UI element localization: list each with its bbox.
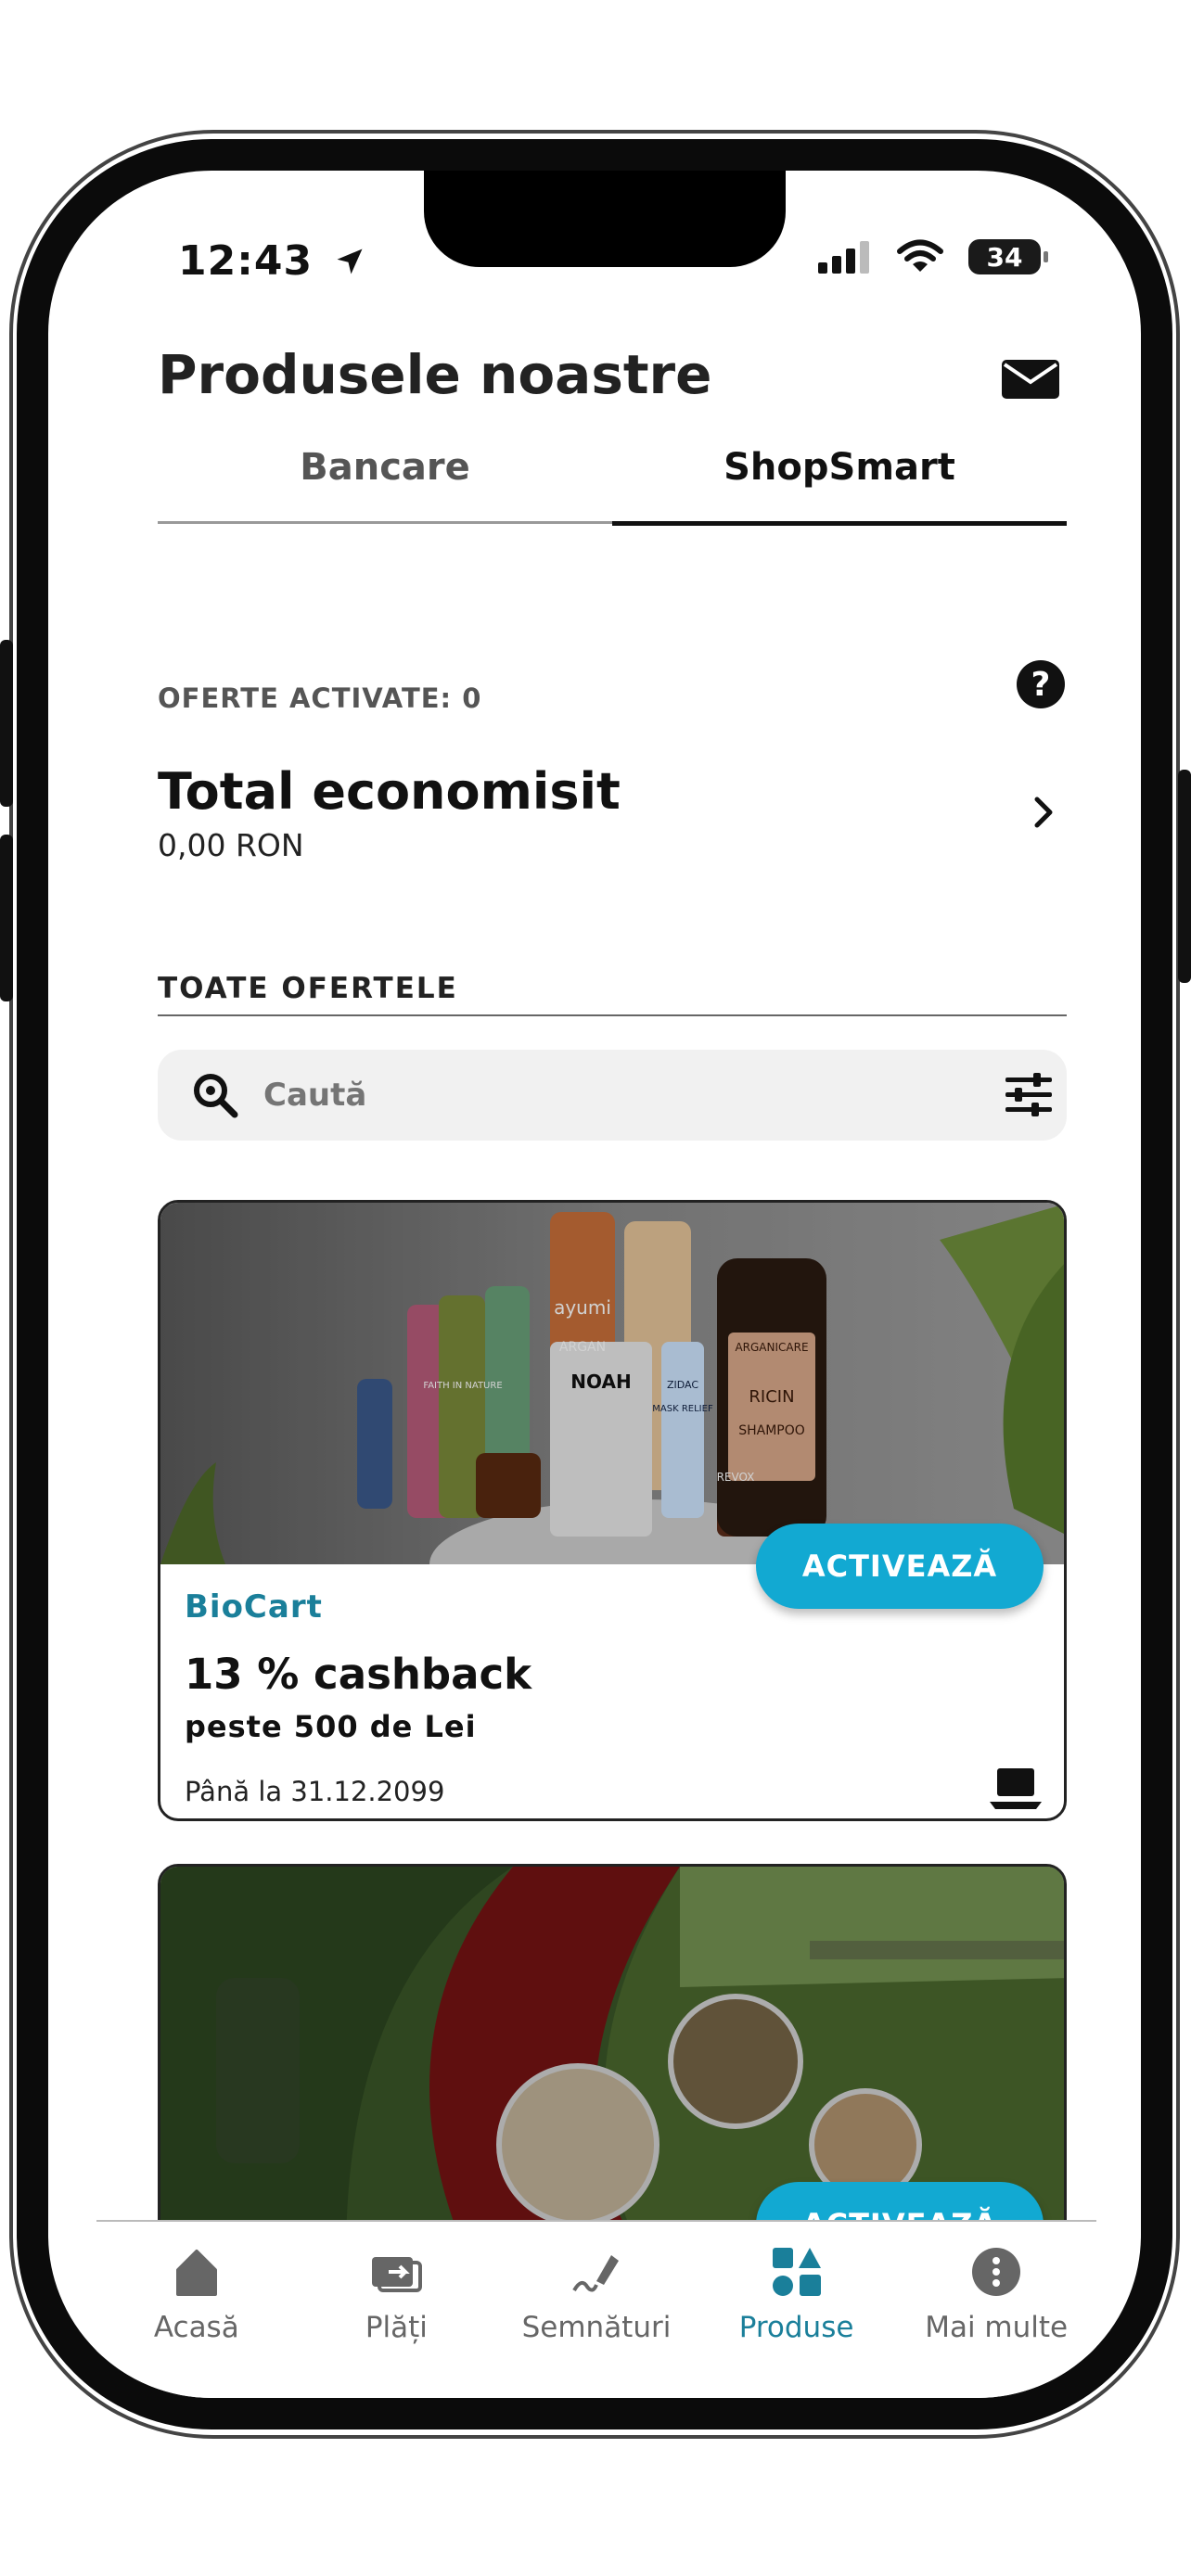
- tab-bancare[interactable]: Bancare: [158, 414, 612, 524]
- total-saved-title[interactable]: Total economisit: [158, 762, 621, 821]
- signature-icon: [572, 2255, 619, 2292]
- phone-device: 12:43 34 Produsele noastre Bancare ShopS…: [17, 139, 1172, 2429]
- products-icon: [772, 2248, 821, 2296]
- nav-item-semnaturi[interactable]: Semnături: [496, 2222, 697, 2398]
- filter-icon[interactable]: [1004, 1072, 1054, 1118]
- time-text: 12:43: [178, 237, 314, 285]
- search-input[interactable]: [262, 1076, 1004, 1115]
- tab-shopsmart[interactable]: ShopSmart: [612, 414, 1067, 526]
- nav-label: Plăți: [365, 2311, 428, 2344]
- search-bar[interactable]: [158, 1050, 1067, 1141]
- cashback-amount: 13 % cashback: [185, 1650, 532, 1699]
- offer-image: ayumi ARGAN NOAH FAITH IN NATURE REVOX A…: [160, 1203, 1064, 1564]
- offer-card[interactable]: ayumi ARGAN NOAH FAITH IN NATURE REVOX A…: [158, 1200, 1067, 1821]
- nav-item-acasa[interactable]: Acasă: [96, 2222, 297, 2398]
- more-icon: [972, 2248, 1021, 2296]
- volume-up-button: [0, 640, 13, 807]
- screen: 12:43 34 Produsele noastre Bancare ShopS…: [48, 171, 1141, 2398]
- nav-label: Produse: [738, 2311, 854, 2344]
- battery-indicator: 34: [968, 239, 1048, 274]
- help-icon[interactable]: ?: [1017, 660, 1065, 708]
- signal-icon: [818, 241, 869, 274]
- wifi-icon: [897, 239, 943, 272]
- page-title: Produsele noastre: [158, 343, 712, 406]
- nav-item-mai-multe[interactable]: Mai multe: [896, 2222, 1096, 2398]
- activate-offer-button[interactable]: ACTIVEAZĂ: [756, 1524, 1044, 1609]
- status-time: 12:43: [178, 237, 366, 285]
- chevron-right-icon[interactable]: [1030, 794, 1057, 831]
- activated-offers-count: OFERTE ACTIVATE: 0: [158, 682, 482, 714]
- search-icon: [194, 1074, 238, 1118]
- bottom-navigation: Acasă Plăți Semnături Produse Mai multe: [96, 2220, 1096, 2398]
- nav-label: Mai multe: [925, 2311, 1069, 2344]
- payments-icon: [372, 2257, 423, 2292]
- total-saved-value: 0,00 RON: [158, 827, 304, 863]
- laptop-icon: [990, 1768, 1042, 1809]
- nav-item-plati[interactable]: Plăți: [297, 2222, 497, 2398]
- cosmetics-products-image: ayumi ARGAN NOAH FAITH IN NATURE REVOX A…: [160, 1203, 1064, 1564]
- status-indicators: 34: [818, 239, 1048, 274]
- cashback-threshold: peste 500 de Lei: [185, 1709, 477, 1744]
- home-icon: [175, 2250, 217, 2296]
- location-arrow-icon: [337, 249, 363, 274]
- nav-item-produse[interactable]: Produse: [697, 2222, 897, 2398]
- power-button: [1178, 770, 1191, 983]
- nav-label: Acasă: [153, 2311, 239, 2344]
- offer-card[interactable]: ACTIVEAZĂ: [158, 1864, 1067, 2253]
- tab-bar: Bancare ShopSmart: [158, 414, 1067, 526]
- mail-icon[interactable]: [1002, 360, 1059, 399]
- volume-down-button: [0, 835, 13, 1001]
- all-offers-heading: TOATE OFERTELE: [158, 972, 1067, 1016]
- nav-label: Semnături: [521, 2311, 672, 2344]
- merchant-name: BioCart: [185, 1588, 323, 1626]
- battery-level: 34: [986, 241, 1023, 273]
- offer-validity: Până la 31.12.2099: [185, 1776, 445, 1807]
